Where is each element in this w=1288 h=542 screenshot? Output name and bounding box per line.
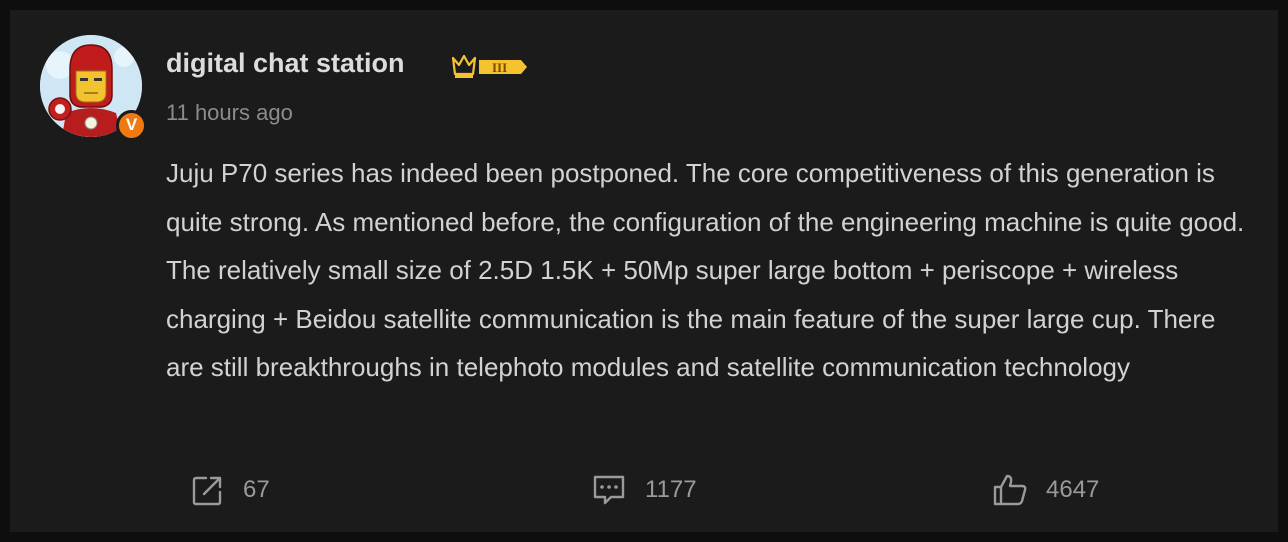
share-button[interactable]: 67	[191, 472, 270, 508]
like-count: 4647	[1046, 476, 1100, 503]
thumbs-up-icon	[993, 474, 1027, 506]
post-body: Juju P70 series has indeed been postpone…	[166, 158, 1245, 382]
post-card: V digital chat station III 11 hours ago …	[10, 10, 1278, 532]
comment-count: 1177	[645, 476, 697, 503]
share-icon	[192, 476, 222, 506]
comment-icon	[593, 475, 625, 505]
comment-button[interactable]: 1177	[591, 472, 697, 508]
share-count: 67	[243, 476, 270, 503]
crown-icon: III	[451, 54, 527, 78]
author-name[interactable]: digital chat station	[166, 48, 405, 79]
like-button[interactable]: 4647	[992, 472, 1099, 508]
level-badge-text: III	[492, 60, 507, 75]
verified-badge: V	[116, 110, 147, 141]
post-timestamp: 11 hours ago	[166, 100, 293, 125]
